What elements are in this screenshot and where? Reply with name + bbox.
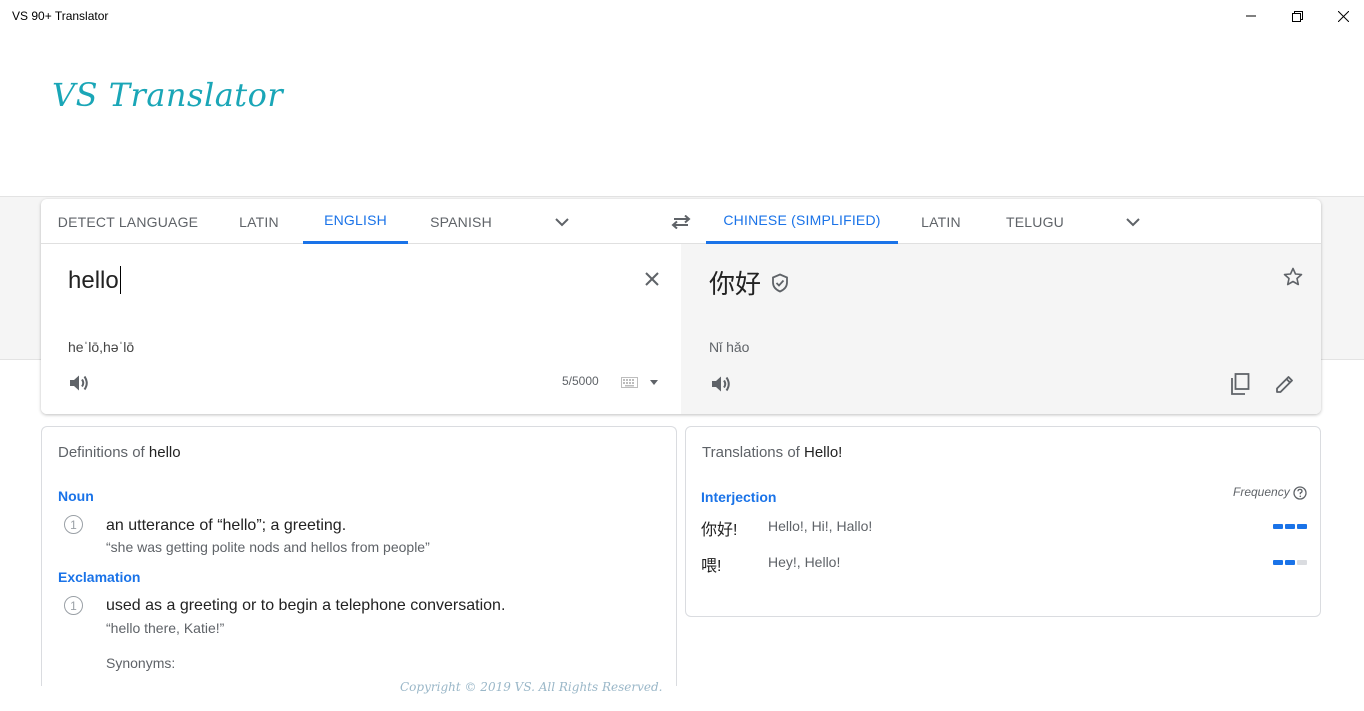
copy-icon	[1231, 373, 1250, 395]
close-icon	[1337, 10, 1349, 22]
source-transliteration: heˈlō,həˈlō	[68, 339, 135, 355]
share-translation-button[interactable]	[1315, 368, 1321, 400]
target-language-dropdown[interactable]	[1118, 207, 1148, 237]
source-language-dropdown[interactable]	[547, 207, 577, 237]
part-of-speech-noun: Noun	[58, 488, 94, 504]
speaker-icon	[712, 376, 730, 392]
input-tools-dropdown[interactable]	[645, 372, 663, 392]
part-of-speech-interjection: Interjection	[701, 489, 777, 505]
tab-target-latin[interactable]: LATIN	[898, 199, 984, 244]
chevron-down-icon	[1126, 217, 1140, 226]
part-of-speech-exclamation: Exclamation	[58, 569, 141, 585]
heading-prefix: Translations of	[702, 444, 800, 461]
target-transliteration: Nǐ hǎo	[709, 339, 750, 355]
app-logo: VS Translator	[52, 76, 284, 114]
frequency-help-button[interactable]	[1292, 485, 1308, 501]
frequency-bar	[1273, 524, 1283, 529]
translated-text: 你好	[709, 269, 762, 299]
translations-card: Translations of Hello! Interjection Freq…	[685, 426, 1321, 617]
definition-number: 1	[64, 596, 83, 615]
source-pane: hello heˈlō,həˈlō 5/5000	[41, 244, 681, 414]
tab-label: DETECT LANGUAGE	[57, 213, 199, 230]
star-icon	[1283, 267, 1303, 285]
close-icon	[645, 272, 659, 286]
synonyms-label: Synonyms:	[106, 655, 176, 671]
copyright-footer: Copyright © 2019 VS. All Rights Reserved…	[400, 680, 663, 694]
tab-label: ENGLISH	[324, 212, 387, 228]
frequency-label: Frequency	[1233, 485, 1290, 499]
frequency-meter	[1273, 560, 1307, 565]
heading-prefix: Definitions of	[58, 444, 145, 461]
restore-icon	[1291, 10, 1303, 22]
frequency-bar	[1297, 524, 1307, 529]
definitions-card: Definitions of hello Noun 1 an utterance…	[41, 426, 677, 686]
speaker-icon	[70, 375, 88, 391]
tab-label: LATIN	[239, 213, 279, 230]
copy-translation-button[interactable]	[1224, 368, 1256, 400]
window-title: VS 90+ Translator	[12, 9, 109, 23]
frequency-meter	[1273, 524, 1307, 529]
clear-source-button[interactable]	[637, 264, 667, 294]
tab-detect-language[interactable]: DETECT LANGUAGE	[41, 199, 215, 244]
chevron-down-icon	[555, 217, 569, 226]
title-bar: VS 90+ Translator	[0, 0, 1364, 32]
frequency-bar	[1273, 560, 1283, 565]
caret-down-icon	[650, 379, 658, 385]
source-text: hello	[68, 267, 119, 294]
tab-label: TELUGU	[1006, 213, 1064, 230]
text-caret	[119, 266, 121, 294]
frequency-bar	[1285, 524, 1295, 529]
definitions-heading: Definitions of hello	[58, 444, 181, 461]
swap-languages-button[interactable]	[665, 207, 697, 237]
definition-gloss: used as a greeting or to begin a telepho…	[106, 597, 506, 614]
verified-badge[interactable]	[771, 273, 789, 293]
heading-word: hello	[148, 444, 181, 461]
minimize-icon	[1246, 15, 1256, 17]
translations-heading: Translations of Hello!	[702, 444, 842, 461]
frequency-bar	[1297, 560, 1307, 565]
listen-translation-button[interactable]	[705, 369, 737, 399]
close-window-button[interactable]	[1320, 0, 1364, 32]
translation-word[interactable]: 喂!	[701, 552, 721, 576]
heading-word: Hello!	[804, 444, 843, 461]
keyboard-icon	[620, 376, 638, 388]
swap-icon	[671, 215, 691, 229]
translation-synonyms: Hey!, Hello!	[768, 554, 841, 570]
help-icon	[1293, 486, 1307, 500]
language-bar: DETECT LANGUAGE LATIN ENGLISH SPANISH CH…	[41, 199, 1321, 244]
target-pane: 你好 Nǐ hǎo	[681, 244, 1321, 414]
keyboard-button[interactable]	[617, 372, 641, 392]
tab-label: LATIN	[921, 213, 961, 230]
listen-source-button[interactable]	[63, 368, 95, 398]
minimize-button[interactable]	[1228, 0, 1274, 32]
tab-source-latin[interactable]: LATIN	[215, 199, 303, 244]
translation-word[interactable]: 你好!	[701, 516, 737, 540]
tab-source-english[interactable]: ENGLISH	[303, 199, 408, 244]
definition-example: “hello there, Katie!”	[106, 620, 225, 636]
save-translation-button[interactable]	[1279, 262, 1307, 290]
tab-label: CHINESE (SIMPLIFIED)	[723, 212, 881, 228]
tab-target-chinese-simplified[interactable]: CHINESE (SIMPLIFIED)	[706, 199, 898, 244]
definition-example: “she was getting polite nods and hellos …	[106, 539, 430, 555]
pencil-icon	[1276, 376, 1293, 393]
translator-card: DETECT LANGUAGE LATIN ENGLISH SPANISH CH…	[41, 199, 1321, 414]
character-counter: 5/5000	[562, 374, 599, 388]
frequency-bar	[1285, 560, 1295, 565]
tab-source-spanish[interactable]: SPANISH	[408, 199, 514, 244]
translation-synonyms: Hello!, Hi!, Hallo!	[768, 518, 873, 534]
shield-check-icon	[772, 273, 788, 292]
edit-translation-button[interactable]	[1269, 368, 1301, 400]
restore-button[interactable]	[1274, 0, 1320, 32]
definition-number: 1	[64, 515, 83, 534]
source-text-input[interactable]: hello	[68, 266, 121, 295]
tab-target-telugu[interactable]: TELUGU	[984, 199, 1086, 244]
definition-gloss: an utterance of “hello”; a greeting.	[106, 517, 347, 534]
tab-label: SPANISH	[430, 213, 492, 230]
translation-output: 你好	[709, 264, 789, 301]
